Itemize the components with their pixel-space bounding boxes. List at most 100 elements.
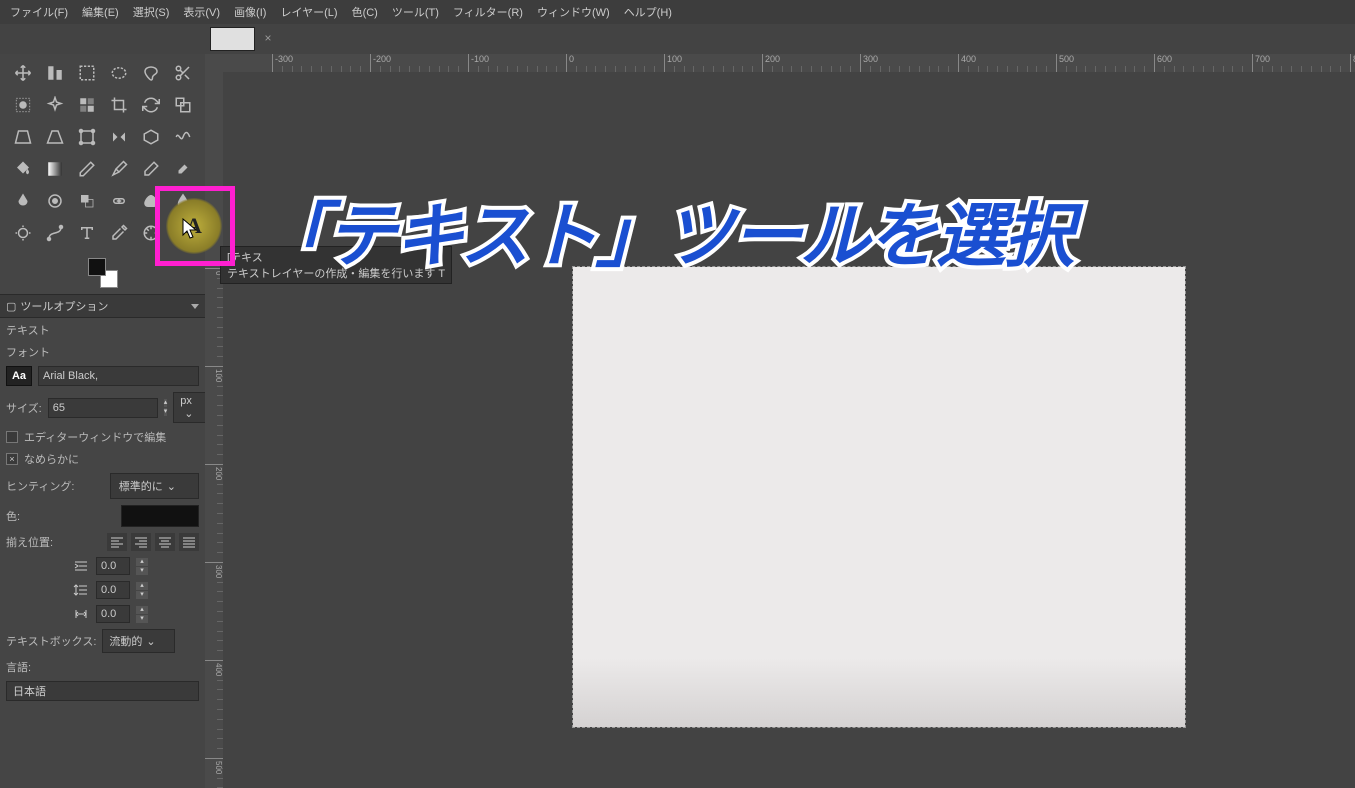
menu-tools[interactable]: ツール(T) — [386, 0, 445, 24]
tool-options-panel: テキスト フォント Aa サイズ: ▴▾ px⌄ エディターウィンドウで編集 ×… — [0, 318, 205, 705]
language-input[interactable] — [6, 681, 199, 701]
fuzzy-select-tool[interactable] — [40, 90, 70, 120]
tool-options-title: ツールオプション — [20, 298, 108, 314]
text-tool[interactable] — [72, 218, 102, 248]
ruler-vertical[interactable]: 0100200300400500600700 — [205, 72, 223, 788]
dodge-tool[interactable] — [8, 218, 38, 248]
editor-window-label: エディターウィンドウで編集 — [24, 429, 166, 445]
menu-select[interactable]: 選択(S) — [127, 0, 176, 24]
menu-edit[interactable]: 編集(E) — [76, 0, 125, 24]
ruler-tick: 300 — [205, 562, 223, 578]
align-center-button[interactable] — [155, 533, 175, 551]
menubar: ファイル(F) 編集(E) 選択(S) 表示(V) 画像(I) レイヤー(L) … — [0, 0, 1355, 24]
menu-windows[interactable]: ウィンドウ(W) — [531, 0, 616, 24]
ruler-tick: 200 — [205, 464, 223, 480]
menu-file[interactable]: ファイル(F) — [4, 0, 74, 24]
ruler-tick: 400 — [205, 660, 223, 676]
overlay-instruction-text: 「テキスト」ツールを選択 — [258, 180, 1072, 281]
align-right-button[interactable] — [131, 533, 151, 551]
panel-menu-icon[interactable] — [191, 304, 199, 309]
tool-options-header[interactable]: ▢ツールオプション — [0, 294, 205, 318]
ruler-tick: 100 — [205, 366, 223, 382]
paintbrush-tool[interactable] — [104, 154, 134, 184]
move-tool[interactable] — [8, 58, 38, 88]
size-label: サイズ: — [6, 400, 42, 416]
textbox-select[interactable]: 流動的⌄ — [102, 629, 174, 653]
hinting-label: ヒンティング: — [6, 478, 74, 494]
ruler-tick: 800 — [1350, 54, 1355, 72]
path-tool[interactable] — [40, 218, 70, 248]
menu-layer[interactable]: レイヤー(L) — [274, 0, 343, 24]
canvas[interactable] — [573, 267, 1185, 727]
size-spinner[interactable]: ▴▾ — [164, 399, 168, 416]
menu-color[interactable]: 色(C) — [346, 0, 384, 24]
ruler-tick: 500 — [205, 758, 223, 774]
indent-input[interactable] — [96, 557, 130, 575]
align-left-button[interactable] — [107, 533, 127, 551]
menu-image[interactable]: 画像(I) — [228, 0, 272, 24]
line-spacing-icon — [72, 581, 90, 599]
menu-help[interactable]: ヘルプ(H) — [618, 0, 678, 24]
file-tab-bar: × — [0, 24, 1355, 54]
left-panel: ▢ツールオプション テキスト フォント Aa サイズ: ▴▾ px⌄ エディター… — [0, 54, 205, 788]
ruler-horizontal[interactable]: -300-200-1000100200300400500600700800 — [223, 54, 1355, 72]
font-preview-icon[interactable]: Aa — [6, 366, 32, 386]
align-justify-button[interactable] — [179, 533, 199, 551]
eraser-tool[interactable] — [136, 154, 166, 184]
shear-tool[interactable] — [8, 122, 38, 152]
scissors-tool[interactable] — [168, 58, 198, 88]
smooth-label: なめらかに — [24, 451, 79, 467]
indent-spinner[interactable]: ▴▾ — [136, 558, 148, 575]
pencil-tool[interactable] — [72, 154, 102, 184]
file-tab[interactable]: × — [210, 27, 275, 51]
free-select-tool[interactable] — [136, 58, 166, 88]
cage-tool[interactable] — [136, 122, 166, 152]
menu-view[interactable]: 表示(V) — [177, 0, 226, 24]
foreground-color-icon[interactable] — [88, 258, 106, 276]
line-spacing-spinner[interactable]: ▴▾ — [136, 582, 148, 599]
close-file-button[interactable]: × — [261, 32, 275, 46]
menu-filters[interactable]: フィルター(R) — [447, 0, 529, 24]
rotate-tool[interactable] — [136, 90, 166, 120]
color-picker-tool[interactable] — [104, 218, 134, 248]
by-color-select-tool[interactable] — [72, 90, 102, 120]
foreground-select-tool[interactable] — [8, 90, 38, 120]
heal-tool[interactable] — [104, 186, 134, 216]
gradient-tool[interactable] — [40, 154, 70, 184]
warp-tool[interactable] — [168, 122, 198, 152]
clone-tool[interactable] — [72, 186, 102, 216]
font-label: フォント — [6, 344, 199, 360]
font-name-input[interactable] — [38, 366, 199, 386]
tool-name-label: テキスト — [6, 322, 199, 338]
perspective-tool[interactable] — [40, 122, 70, 152]
scale-tool[interactable] — [168, 90, 198, 120]
rect-select-tool[interactable] — [72, 58, 102, 88]
ruler-corner — [205, 54, 223, 72]
letter-spacing-spinner[interactable]: ▴▾ — [136, 606, 148, 623]
file-thumbnail-icon — [210, 27, 255, 51]
color-swatch[interactable] — [88, 258, 118, 288]
unified-transform-tool[interactable] — [72, 122, 102, 152]
align-tool[interactable] — [40, 58, 70, 88]
smooth-checkbox[interactable]: × — [6, 453, 18, 465]
canvas-area: -300-200-1000100200300400500600700800 01… — [205, 54, 1355, 788]
letter-spacing-icon — [72, 605, 90, 623]
editor-window-checkbox[interactable] — [6, 431, 18, 443]
font-size-input[interactable] — [48, 398, 158, 418]
mypaint-tool[interactable] — [40, 186, 70, 216]
ellipse-select-tool[interactable] — [104, 58, 134, 88]
line-spacing-input[interactable] — [96, 581, 130, 599]
language-label: 言語: — [6, 659, 199, 675]
letter-spacing-input[interactable] — [96, 605, 130, 623]
flip-tool[interactable] — [104, 122, 134, 152]
text-color-label: 色: — [6, 508, 20, 524]
bucket-tool[interactable] — [8, 154, 38, 184]
cursor-arrow-icon — [182, 218, 198, 243]
ruler-tick: 0 — [566, 54, 574, 72]
airbrush-tool[interactable] — [168, 154, 198, 184]
hinting-select[interactable]: 標準的に⌄ — [110, 473, 199, 499]
crop-tool[interactable] — [104, 90, 134, 120]
ink-tool[interactable] — [8, 186, 38, 216]
align-label: 揃え位置: — [6, 534, 53, 550]
text-color-button[interactable] — [121, 505, 199, 527]
